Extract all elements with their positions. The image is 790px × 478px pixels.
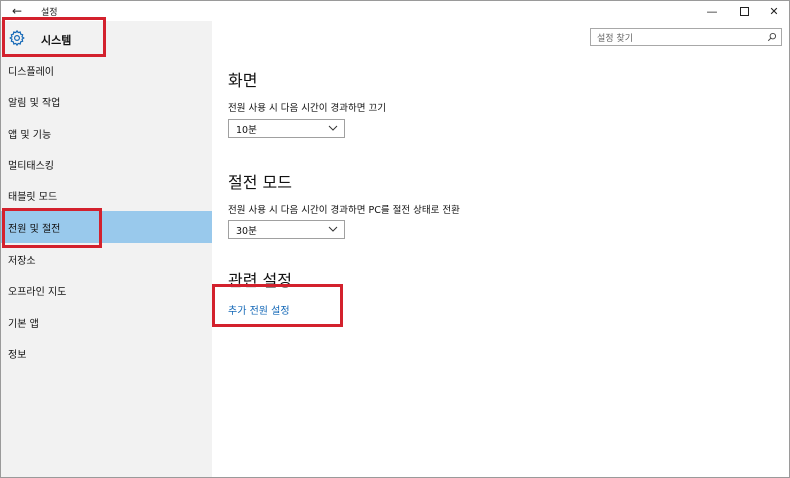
maximize-button[interactable]	[729, 1, 759, 21]
chevron-down-icon	[328, 226, 338, 232]
annotation-box-power-settings-link	[212, 284, 343, 327]
sleep-heading: 절전 모드	[228, 173, 292, 192]
sidebar: 시스템 디스플레이 알림 및 작업 앱 및 기능 멀티태스킹 태블릿 모드 전원…	[1, 21, 212, 477]
annotation-box-power-sleep	[2, 208, 102, 248]
settings-window: ← 설정 — ✕ 시스템 디스플레이 알림 및 작업 앱 및 기능 멀티태스킹 …	[0, 0, 790, 478]
screen-heading: 화면	[228, 71, 258, 90]
screen-timeout-dropdown[interactable]: 10분	[228, 119, 345, 138]
chevron-down-icon	[328, 125, 338, 131]
annotation-box-system	[2, 17, 106, 57]
sleep-timeout-dropdown[interactable]: 30분	[228, 220, 345, 239]
screen-description: 전원 사용 시 다음 시간이 경과하면 끄기	[228, 103, 386, 114]
sidebar-item-notifications[interactable]: 알림 및 작업	[1, 85, 212, 117]
sidebar-item-display[interactable]: 디스플레이	[1, 54, 212, 86]
sidebar-item-multitasking[interactable]: 멀티태스킹	[1, 148, 212, 180]
maximize-icon	[739, 6, 749, 16]
title-bar: ← 설정 — ✕	[1, 1, 789, 21]
sidebar-item-default-apps[interactable]: 기본 앱	[1, 306, 212, 338]
search-placeholder: 설정 찾기	[597, 33, 633, 44]
sidebar-item-apps[interactable]: 앱 및 기능	[1, 117, 212, 149]
sleep-description: 전원 사용 시 다음 시간이 경과하면 PC를 절전 상태로 전환	[228, 205, 460, 216]
search-icon[interactable]	[767, 32, 777, 42]
sidebar-item-offline-maps[interactable]: 오프라인 지도	[1, 274, 212, 306]
sidebar-item-tablet-mode[interactable]: 태블릿 모드	[1, 179, 212, 211]
minimize-button[interactable]: —	[697, 1, 727, 21]
screen-timeout-value: 10분	[236, 124, 257, 136]
sidebar-item-about[interactable]: 정보	[1, 337, 212, 369]
sleep-timeout-value: 30분	[236, 225, 257, 237]
search-input[interactable]: 설정 찾기	[590, 28, 782, 46]
close-button[interactable]: ✕	[759, 1, 789, 21]
